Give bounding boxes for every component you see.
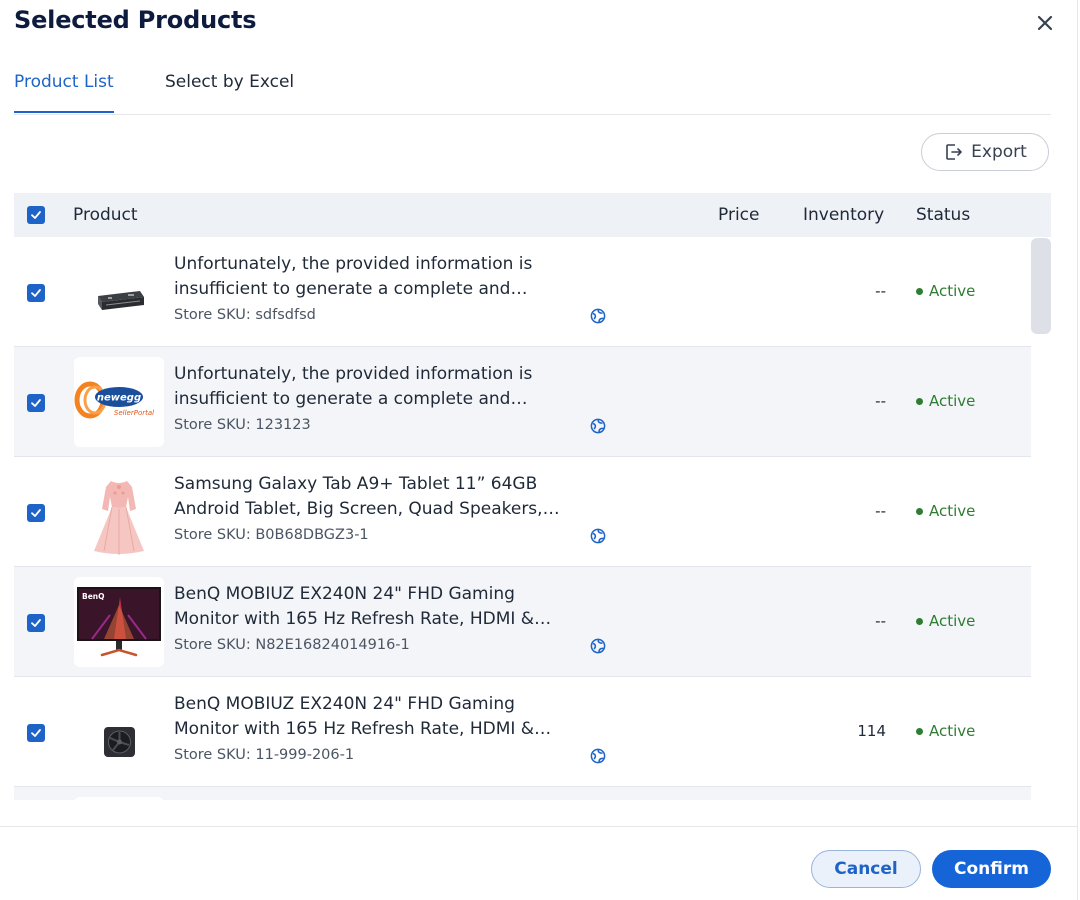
fan-thumbnail (74, 687, 164, 777)
status-badge: Active (916, 392, 975, 410)
check-icon (31, 399, 41, 407)
status-dot-icon (916, 507, 923, 515)
monitor-brand-text: BenQ (82, 592, 105, 601)
status-dot-icon (916, 617, 923, 625)
row-checkbox[interactable] (27, 284, 45, 302)
product-name[interactable]: BenQ MOBIUZ EX240N 24" FHD Gaming Monito… (174, 582, 584, 632)
check-icon (31, 509, 41, 517)
check-icon (31, 729, 41, 737)
product-name[interactable]: Unfortunately, the provided information … (174, 362, 584, 412)
tab-product-list[interactable]: Product List (14, 70, 114, 113)
export-icon (946, 144, 962, 160)
globe-icon[interactable] (590, 638, 606, 654)
product-thumbnail (74, 247, 164, 337)
inventory-value: -- (875, 282, 886, 300)
inventory-value: -- (875, 392, 886, 410)
footer-divider (0, 826, 1077, 827)
table-row: BenQ MOBIUZ EX240N 24" FHD Gaming Monito… (14, 677, 1031, 787)
inventory-value: -- (875, 612, 886, 630)
globe-icon[interactable] (590, 528, 606, 544)
cancel-button[interactable]: Cancel (811, 850, 921, 888)
status-dot-icon (916, 397, 923, 405)
row-checkbox[interactable] (27, 394, 45, 412)
seller-portal-text: SellerPortal (114, 409, 154, 417)
table-scrollbar[interactable] (1031, 238, 1051, 334)
check-icon (31, 619, 41, 627)
product-sku: Store SKU: N82E16824014916-1 (174, 637, 410, 653)
pink-dress-thumbnail (74, 467, 164, 557)
product-sku: Store SKU: 11-999-206-1 (174, 747, 355, 763)
status-dot-icon (916, 727, 923, 735)
row-checkbox[interactable] (27, 504, 45, 522)
status-badge: Active (916, 282, 975, 300)
product-sku: Store SKU: 123123 (174, 417, 311, 433)
product-name[interactable]: BenQ MOBIUZ EX240N 24" FHD Gaming Monito… (174, 692, 584, 742)
select-all-checkbox[interactable] (27, 206, 45, 224)
status-label: Active (929, 392, 976, 410)
table-row: Unfortunately, the provided information … (14, 237, 1031, 347)
globe-icon[interactable] (590, 418, 606, 434)
tab-select-by-excel[interactable]: Select by Excel (165, 70, 294, 112)
newegg-logo-thumbnail: newegg SellerPortal (74, 357, 164, 447)
close-icon[interactable] (1034, 12, 1056, 34)
product-name[interactable]: Unfortunately, the provided information … (174, 252, 584, 302)
table-row: Samsung Galaxy Tab A9+ Tablet 11” 64GB A… (14, 457, 1031, 567)
table-row: BenQ BenQ MOBIUZ EX240N 24" FHD Gaming M… (14, 567, 1031, 677)
table-row (14, 787, 1031, 800)
confirm-button[interactable]: Confirm (932, 850, 1051, 888)
column-header-status: Status (916, 205, 971, 225)
monitor-thumbnail: BenQ (74, 577, 164, 667)
row-checkbox[interactable] (27, 614, 45, 632)
column-header-inventory: Inventory (803, 205, 885, 225)
check-icon (31, 211, 41, 219)
product-table-body[interactable]: Unfortunately, the provided information … (14, 237, 1031, 800)
product-thumbnail (74, 797, 164, 800)
table-row: newegg SellerPortal Unfortunately, the p… (14, 347, 1031, 457)
newegg-logo-text: newegg (97, 393, 141, 404)
export-label: Export (971, 142, 1027, 162)
product-sku: Store SKU: sdfsdfsd (174, 307, 316, 323)
status-badge: Active (916, 722, 975, 740)
status-badge: Active (916, 502, 975, 520)
export-button[interactable]: Export (921, 133, 1049, 171)
check-icon (31, 289, 41, 297)
modal-title: Selected Products (14, 6, 257, 34)
modal-edge (1077, 0, 1078, 900)
status-dot-icon (916, 287, 923, 295)
column-header-product: Product (73, 205, 138, 225)
status-badge: Active (916, 612, 975, 630)
column-header-price: Price (718, 205, 760, 225)
table-header: Product Price Inventory Status (14, 193, 1051, 237)
globe-icon[interactable] (590, 748, 606, 764)
inventory-value: 114 (857, 722, 886, 740)
tab-bar: Product List Select by Excel (14, 70, 1051, 115)
status-label: Active (929, 612, 976, 630)
product-sku: Store SKU: B0B68DBGZ3-1 (174, 527, 369, 543)
inventory-value: -- (875, 502, 886, 520)
status-label: Active (929, 282, 976, 300)
status-label: Active (929, 502, 976, 520)
globe-icon[interactable] (590, 308, 606, 324)
row-checkbox[interactable] (27, 724, 45, 742)
status-label: Active (929, 722, 976, 740)
product-name[interactable]: Samsung Galaxy Tab A9+ Tablet 11” 64GB A… (174, 472, 584, 522)
